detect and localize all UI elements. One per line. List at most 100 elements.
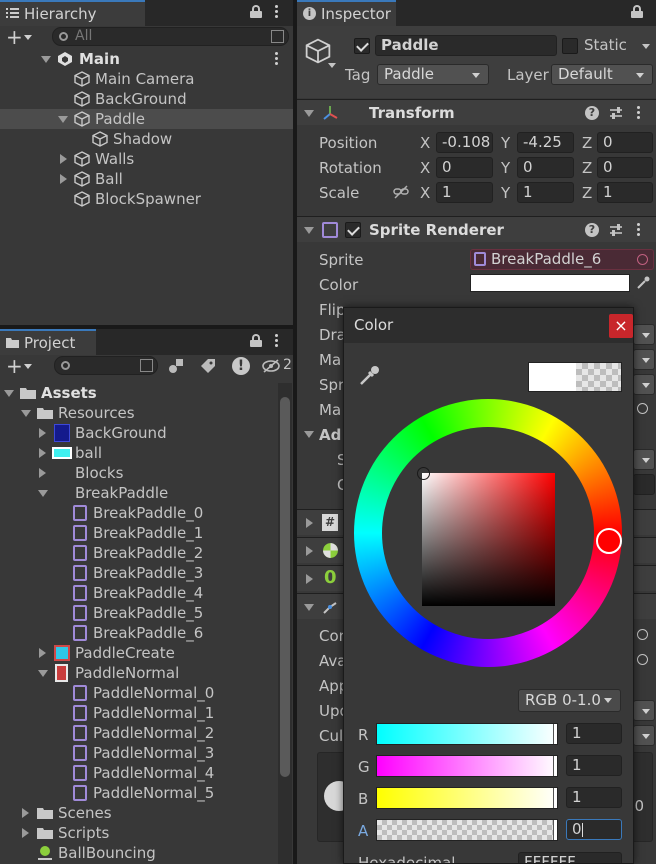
tree-row[interactable]: BallBouncing [0,843,278,863]
preset-icon[interactable] [609,106,623,120]
more-options-icon[interactable] [273,4,279,20]
lock-icon[interactable] [631,5,643,18]
lock-icon[interactable] [250,5,262,18]
collapse-arrow-icon[interactable] [60,154,67,164]
close-button[interactable]: × [609,314,633,338]
collapse-arrow-icon[interactable] [60,174,67,184]
sv-handle[interactable] [417,467,430,480]
rotation-x-input[interactable]: 0 [436,157,493,178]
r-channel-slider[interactable] [376,723,558,745]
expand-arrow-icon[interactable] [4,390,14,397]
sprite-renderer-header[interactable]: Sprite Renderer ? [297,216,656,242]
tree-row[interactable]: Scenes [0,803,278,823]
tag-dropdown[interactable]: Paddle [377,64,489,85]
draw-mode-dropdown[interactable] [633,324,655,345]
tree-row[interactable]: BlockSpawner [0,189,293,209]
b-channel-input[interactable]: 1 [566,787,622,808]
tree-row[interactable]: Assets [0,383,278,403]
rotation-x-label[interactable]: X [420,159,430,177]
tree-row[interactable]: BreakPaddle_0 [0,503,278,523]
tree-row[interactable]: BreakPaddle_3 [0,563,278,583]
sprite-object-field[interactable]: BreakPaddle_6 [470,249,654,270]
project-scrollbar-thumb[interactable] [280,397,290,777]
tree-row[interactable]: BreakPaddle_6 [0,623,278,643]
hierarchy-tab[interactable]: Hierarchy [0,0,145,26]
collapse-arrow-icon[interactable] [39,448,46,458]
inspector-tab[interactable]: i Inspector [297,0,396,26]
position-y-input[interactable]: -4.25 [517,132,574,153]
collapse-arrow-icon[interactable] [39,648,46,658]
search-filter-icon[interactable] [271,30,284,43]
object-picker-icon[interactable] [637,254,648,265]
lock-icon[interactable] [250,334,262,347]
r-channel-input[interactable]: 1 [566,723,622,744]
object-picker-icon[interactable] [637,654,648,665]
tree-row[interactable]: Walls [0,149,293,169]
mask-dropdown[interactable] [633,349,655,370]
a-channel-input[interactable]: 0 [566,819,622,840]
rotation-y-label[interactable]: Y [501,159,510,177]
expand-arrow-icon[interactable] [21,410,31,417]
tree-row[interactable]: Blocks [0,463,278,483]
hue-handle[interactable] [596,528,622,554]
expand-arrow-icon[interactable] [38,490,48,497]
tree-row[interactable]: BreakPaddle_5 [0,603,278,623]
collapse-arrow-icon[interactable] [306,546,313,556]
project-tab[interactable]: Project [0,329,96,355]
tree-row[interactable]: Scripts [0,823,278,843]
order-in-layer-input[interactable] [633,474,655,495]
collapse-arrow-icon[interactable] [306,574,313,584]
scene-menu-icon[interactable] [273,51,279,67]
icon-chevron-down-icon[interactable] [328,63,336,68]
sort-point-dropdown[interactable] [633,374,655,395]
filter-by-type-icon[interactable] [168,358,184,374]
saturation-value-square[interactable] [422,473,555,606]
expand-arrow-icon[interactable] [38,670,48,677]
expand-arrow-icon[interactable] [58,116,68,123]
tree-row[interactable]: BackGround [0,89,293,109]
position-z-label[interactable]: Z [582,134,592,152]
tree-row-selected[interactable]: Paddle [0,109,293,129]
color-swatch[interactable] [470,274,630,292]
tree-row[interactable]: PaddleNormal_5 [0,783,278,803]
static-chevron-down-icon[interactable] [642,44,650,49]
collapse-arrow-icon[interactable] [22,828,29,838]
expand-arrow-icon[interactable] [304,431,314,438]
scale-x-input[interactable]: 1 [436,182,493,203]
object-picker-icon[interactable] [637,629,648,640]
warning-icon[interactable]: ! [232,357,250,375]
tree-row[interactable]: PaddleNormal_0 [0,683,278,703]
g-slider-handle[interactable] [553,756,557,776]
expand-arrow-icon[interactable] [41,56,51,63]
static-checkbox[interactable] [562,38,578,54]
help-icon[interactable]: ? [585,223,599,237]
tree-row[interactable]: BreakPaddle [0,483,278,503]
add-button[interactable]: + [6,25,40,49]
tree-row[interactable]: BreakPaddle_1 [0,523,278,543]
active-checkbox[interactable] [354,38,370,54]
collapse-arrow-icon[interactable] [39,468,46,478]
search-filter-icon[interactable] [140,359,153,372]
tree-row[interactable]: PaddleNormal_3 [0,743,278,763]
tree-row[interactable]: Main Camera [0,69,293,89]
a-slider-handle[interactable] [553,820,557,840]
update-mode-dropdown[interactable] [633,700,655,721]
position-x-input[interactable]: -0.108 [436,132,493,153]
scale-z-label[interactable]: Z [582,184,592,202]
expand-arrow-icon[interactable] [304,604,314,611]
more-options-icon[interactable] [273,333,279,349]
add-asset-button[interactable]: + [6,354,40,378]
g-channel-slider[interactable] [376,755,558,777]
tree-row[interactable]: Shadow [0,129,293,149]
position-z-input[interactable]: 0 [597,132,653,153]
scale-y-label[interactable]: Y [501,184,510,202]
hidden-packages-button[interactable]: 2 [262,357,293,375]
gameobject-large-icon[interactable] [305,38,331,64]
culling-mode-dropdown[interactable] [633,725,655,746]
transform-header[interactable]: Transform ? [297,99,656,125]
position-y-label[interactable]: Y [501,134,510,152]
expand-arrow-icon[interactable] [304,110,314,117]
rotation-z-input[interactable]: 0 [597,157,653,178]
tree-row[interactable]: PaddleNormal_4 [0,763,278,783]
sorting-layer-dropdown[interactable] [633,449,655,470]
